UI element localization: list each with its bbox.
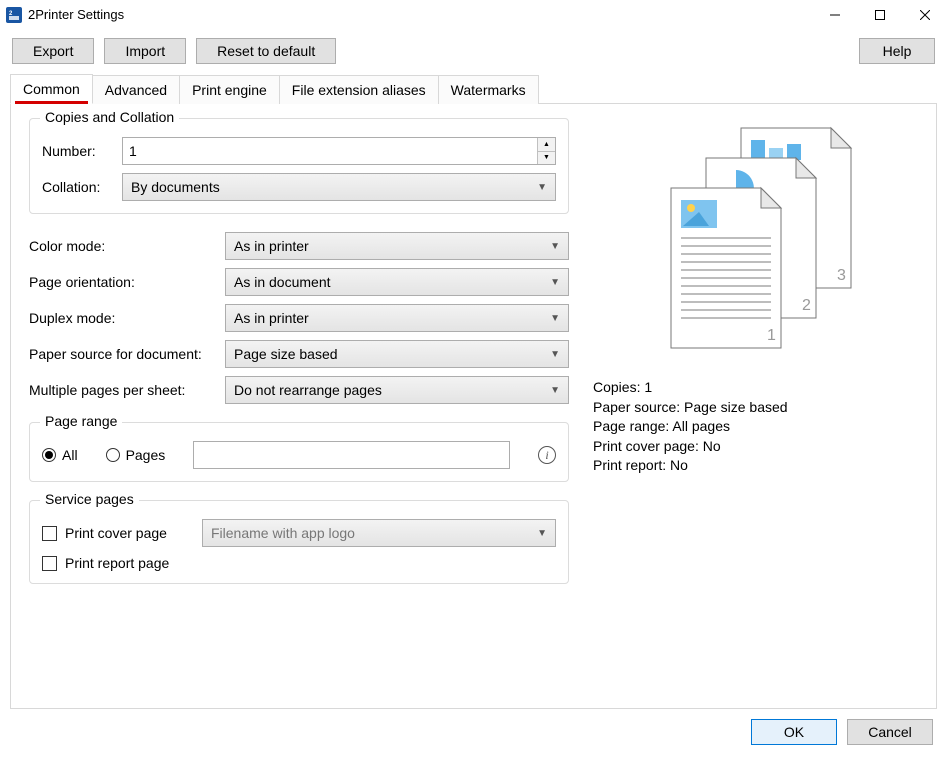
tab-common[interactable]: Common — [10, 74, 93, 104]
checkbox-label: Print report page — [65, 555, 169, 571]
select-value: As in printer — [234, 238, 309, 254]
checkbox-report-page[interactable]: Print report page — [42, 555, 169, 571]
export-button[interactable]: Export — [12, 38, 94, 64]
chevron-down-icon: ▼ — [550, 277, 560, 288]
help-button[interactable]: Help — [859, 38, 935, 64]
info-icon[interactable]: i — [538, 446, 556, 464]
collation-select[interactable]: By documents ▼ — [122, 173, 556, 201]
reset-button[interactable]: Reset to default — [196, 38, 336, 64]
label-number: Number: — [42, 143, 112, 159]
window-title: 2Printer Settings — [28, 7, 124, 22]
checkbox-cover-page[interactable]: Print cover page — [42, 525, 192, 541]
tab-label: Common — [23, 81, 80, 97]
spin-down-icon[interactable]: ▼ — [538, 152, 555, 165]
dialog-footer: OK Cancel — [0, 709, 947, 755]
tab-watermarks[interactable]: Watermarks — [438, 75, 539, 104]
ok-button[interactable]: OK — [751, 719, 837, 745]
group-legend: Service pages — [40, 491, 139, 507]
svg-text:3: 3 — [837, 267, 846, 284]
orientation-select[interactable]: As in document ▼ — [225, 268, 569, 296]
radio-label: All — [62, 447, 78, 463]
cover-style-select[interactable]: Filename with app logo ▼ — [202, 519, 556, 547]
tab-label: Advanced — [105, 82, 167, 98]
tab-label: Watermarks — [451, 82, 526, 98]
spin-up-icon[interactable]: ▲ — [538, 138, 555, 152]
group-copies-collation: Copies and Collation Number: ▲ ▼ Collati… — [29, 118, 569, 214]
pages-input[interactable] — [193, 441, 510, 469]
close-button[interactable] — [902, 0, 947, 30]
tab-label: Print engine — [192, 82, 267, 98]
minimize-button[interactable] — [812, 0, 857, 30]
cancel-button[interactable]: Cancel — [847, 719, 933, 745]
label-orientation: Page orientation: — [29, 274, 215, 290]
group-legend: Page range — [40, 413, 122, 429]
select-value: Do not rearrange pages — [234, 382, 382, 398]
maximize-button[interactable] — [857, 0, 902, 30]
summary-page-range: Page range: All pages — [593, 417, 788, 437]
summary-report: Print report: No — [593, 456, 788, 476]
duplex-select[interactable]: As in printer ▼ — [225, 304, 569, 332]
group-service-pages: Service pages Print cover page Filename … — [29, 500, 569, 584]
select-value: As in printer — [234, 310, 309, 326]
summary-cover: Print cover page: No — [593, 437, 788, 457]
app-icon: 2 — [6, 7, 22, 23]
label-paper-source: Paper source for document: — [29, 346, 215, 362]
group-legend: Copies and Collation — [40, 109, 179, 125]
collation-preview-icon: 3 2 — [631, 118, 881, 368]
select-value: As in document — [234, 274, 331, 290]
radio-all-pages[interactable]: All — [42, 447, 78, 463]
radio-pages[interactable]: Pages — [106, 447, 166, 463]
label-color-mode: Color mode: — [29, 238, 215, 254]
checkbox-label: Print cover page — [65, 525, 167, 541]
chevron-down-icon: ▼ — [537, 528, 547, 539]
multi-per-sheet-select[interactable]: Do not rearrange pages ▼ — [225, 376, 569, 404]
toolbar: Export Import Reset to default Help — [0, 30, 947, 74]
label-multi-per-sheet: Multiple pages per sheet: — [29, 382, 215, 398]
tab-file-ext-aliases[interactable]: File extension aliases — [279, 75, 439, 104]
chevron-down-icon: ▼ — [550, 385, 560, 396]
chevron-down-icon: ▼ — [550, 313, 560, 324]
summary-paper-source: Paper source: Page size based — [593, 398, 788, 418]
number-input[interactable] — [123, 141, 537, 161]
label-duplex: Duplex mode: — [29, 310, 215, 326]
import-button[interactable]: Import — [104, 38, 186, 64]
titlebar: 2 2Printer Settings — [0, 0, 947, 30]
radio-label: Pages — [126, 447, 166, 463]
tab-advanced[interactable]: Advanced — [92, 75, 180, 104]
tab-label: File extension aliases — [292, 82, 426, 98]
tab-strip: Common Advanced Print engine File extens… — [10, 74, 937, 104]
tab-print-engine[interactable]: Print engine — [179, 75, 280, 104]
select-value: Page size based — [234, 346, 338, 362]
color-mode-select[interactable]: As in printer ▼ — [225, 232, 569, 260]
chevron-down-icon: ▼ — [537, 182, 547, 193]
svg-text:1: 1 — [767, 327, 776, 344]
tab-panel-common: Copies and Collation Number: ▲ ▼ Collati… — [10, 103, 937, 709]
select-value: By documents — [131, 179, 220, 195]
group-page-range: Page range All Pages i — [29, 422, 569, 482]
label-collation: Collation: — [42, 179, 112, 195]
summary-copies: Copies: 1 — [593, 378, 788, 398]
summary: Copies: 1 Paper source: Page size based … — [593, 378, 788, 476]
svg-text:2: 2 — [802, 297, 811, 314]
paper-source-select[interactable]: Page size based ▼ — [225, 340, 569, 368]
chevron-down-icon: ▼ — [550, 241, 560, 252]
select-value: Filename with app logo — [211, 525, 355, 541]
chevron-down-icon: ▼ — [550, 349, 560, 360]
number-spinner[interactable]: ▲ ▼ — [122, 137, 556, 165]
